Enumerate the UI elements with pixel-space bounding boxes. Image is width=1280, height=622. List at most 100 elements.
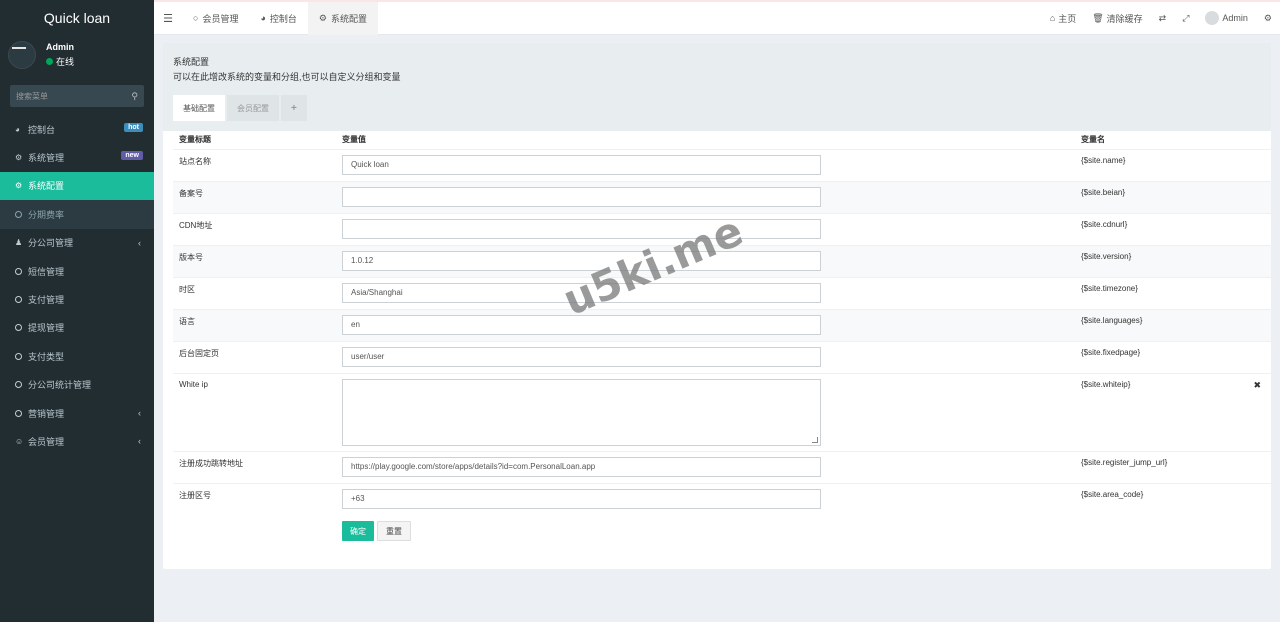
row-variable-name: {$site.languages} (1075, 308, 1271, 341)
circle-icon (15, 409, 22, 417)
avatar (8, 41, 36, 69)
add-group-button[interactable]: + (281, 95, 307, 121)
sidebar-item-label: 系统配置 (28, 181, 65, 192)
brand-logo[interactable]: Quick loan (0, 0, 154, 35)
avatar (1205, 11, 1220, 25)
search-placeholder: 搜索菜单 (16, 91, 48, 101)
header-actions: ⌂ 主页 🗑 清除缓存 ⇄ ⤢ Admin ⚙ (1042, 2, 1280, 35)
circle-icon: ○ (193, 13, 199, 23)
sidebar-menu: ◕ 控制台 hot ⚙ 系统管理 new ⚙ 系统配置 分期费率 ♟ 分公司管理 ‹ 短信管理… (0, 115, 154, 456)
cogs-icon: ⚙ (15, 153, 23, 163)
table-row: 注册成功跳转地址 https://play.google.com/store/ap… (173, 450, 1271, 483)
home-button[interactable]: ⌂ 主页 (1042, 12, 1084, 25)
sidebar-item-label: 控制台 (28, 124, 56, 135)
sidebar-item-label: 提现管理 (28, 323, 65, 334)
menu-toggle-icon[interactable]: ☰ (154, 12, 182, 25)
sidebar-item-members[interactable]: ☺ 会员管理 ‹ (0, 427, 154, 455)
area-code-input[interactable]: +63 (342, 488, 821, 509)
sidebar-item-system-config[interactable]: ⚙ 系统配置 (0, 171, 154, 201)
clear-cache-button[interactable]: 🗑 清除缓存 (1084, 12, 1150, 25)
sidebar-item-withdraw[interactable]: 提现管理 (0, 314, 154, 342)
sidebar-item-payment[interactable]: 支付管理 (0, 285, 154, 313)
circle-icon (15, 296, 22, 304)
sidebar-item-label: 营销管理 (28, 408, 65, 419)
reset-button[interactable]: 重置 (377, 521, 411, 541)
sidebar-item-branch[interactable]: ♟ 分公司管理 ‹ (0, 229, 154, 257)
sidebar-item-sms[interactable]: 短信管理 (0, 257, 154, 285)
row-title: 时区 (173, 276, 336, 309)
search-icon[interactable]: ⚲ (131, 91, 138, 102)
sidebar: Quick loan Admin 在线 搜索菜单 ⚲ ◕ 控制台 hot ⚙ 系统管理… (0, 0, 154, 622)
chevron-left-icon: ‹ (138, 237, 141, 248)
row-title: 备案号 (173, 180, 336, 213)
table-row: 站点名称 Quick loan {$site.name} (173, 148, 1271, 181)
sidebar-item-branch-stats[interactable]: 分公司统计管理 (0, 371, 154, 399)
circle-icon (15, 210, 22, 218)
row-title: 后台固定页 (173, 340, 336, 373)
sidebar-search-input[interactable]: 搜索菜单 ⚲ (10, 85, 144, 107)
dashboard-icon: ◕ (15, 124, 20, 134)
tab-member-config[interactable]: 会员配置 (227, 95, 279, 121)
tab-dashboard[interactable]: ◕ 控制台 (249, 2, 307, 35)
row-variable-name: {$site.beian} (1075, 180, 1271, 213)
sidebar-item-label: 分期费率 (28, 209, 65, 220)
sidebar-item-label: 分公司统计管理 (28, 380, 92, 391)
sidebar-item-pay-type[interactable]: 支付类型 (0, 342, 154, 370)
user-menu[interactable]: Admin (1197, 11, 1256, 25)
sidebar-item-dashboard[interactable]: ◕ 控制台 hot (0, 115, 154, 143)
sidebar-item-label: 支付管理 (28, 295, 65, 306)
row-title: 注册区号 (173, 482, 336, 515)
sidebar-item-label: 分公司管理 (28, 238, 74, 249)
sidebar-item-system[interactable]: ⚙ 系统管理 new (0, 143, 154, 171)
column-header: 变量名 (1081, 135, 1105, 145)
users-icon: ♟ (15, 238, 23, 248)
circle-icon (15, 324, 22, 332)
main-panel: 系统配置 可以在此增改系统的变量和分组,也可以自定义分组和变量 基础配置 会员配… (163, 43, 1271, 569)
tab-member-management[interactable]: ○ 会员管理 (182, 2, 249, 35)
sidebar-item-marketing[interactable]: 营销管理 ‹ (0, 399, 154, 427)
tab-basic-config[interactable]: 基础配置 (173, 95, 225, 121)
settings-button[interactable]: ⚙ (1256, 13, 1280, 24)
hot-badge: hot (124, 123, 143, 132)
delete-icon[interactable]: ✖ (1253, 380, 1261, 391)
home-icon: ⌂ (1049, 13, 1056, 23)
config-table: 变量标题 变量值 变量名 站点名称 Quick loan {$site.name} … (173, 131, 1271, 515)
table-row: 语言 en {$site.languages} (173, 308, 1271, 341)
submit-button[interactable]: 确定 (342, 521, 374, 541)
trash-icon: 🗑 (1092, 12, 1104, 23)
table-row: 时区 Asia/Shanghai {$site.timezone} (173, 276, 1271, 309)
dashboard-icon: ◕ (260, 13, 266, 23)
page-description: 可以在此增改系统的变量和分组,也可以自定义分组和变量 (173, 72, 401, 82)
row-variable-name: {$site.name} (1075, 148, 1271, 181)
home-label: 主页 (1058, 13, 1077, 24)
beian-input[interactable] (342, 186, 821, 207)
table-row: 注册区号 +63 {$site.area_code} (173, 482, 1271, 515)
page-title: 系统配置 (173, 57, 210, 67)
new-badge: new (121, 151, 143, 161)
row-title: White ip (173, 372, 336, 451)
user-status-label: 在线 (56, 57, 75, 67)
cdn-url-input[interactable] (342, 218, 821, 239)
user-menu-label: Admin (1222, 13, 1248, 23)
fixed-page-input[interactable]: user/user (342, 346, 821, 367)
sidebar-item-installment-rate[interactable]: 分期费率 (0, 200, 154, 229)
row-title: 语言 (173, 308, 336, 341)
language-button[interactable]: ⇄ (1151, 13, 1175, 24)
form-actions: 确定 重置 (342, 521, 1271, 541)
online-dot-icon (46, 58, 53, 65)
row-title: 版本号 (173, 244, 336, 277)
site-name-input[interactable]: Quick loan (342, 154, 821, 175)
version-input[interactable]: 1.0.12 (342, 250, 821, 271)
sidebar-item-label: 支付类型 (28, 351, 65, 362)
row-title: 注册成功跳转地址 (173, 450, 336, 483)
fullscreen-button[interactable]: ⤢ (1174, 13, 1197, 24)
white-ip-textarea[interactable] (342, 378, 821, 446)
chevron-left-icon: ‹ (138, 408, 141, 419)
translate-icon: ⇄ (1158, 12, 1167, 23)
row-title: CDN地址 (173, 212, 336, 245)
tab-system-config[interactable]: ⚙ 系统配置 (307, 1, 378, 35)
gear-icon: ⚙ (15, 181, 23, 191)
tab-label: 系统配置 (330, 13, 367, 24)
register-jump-url-input[interactable]: https://play.google.com/store/apps/detai… (342, 456, 821, 477)
chevron-left-icon: ‹ (138, 436, 141, 447)
